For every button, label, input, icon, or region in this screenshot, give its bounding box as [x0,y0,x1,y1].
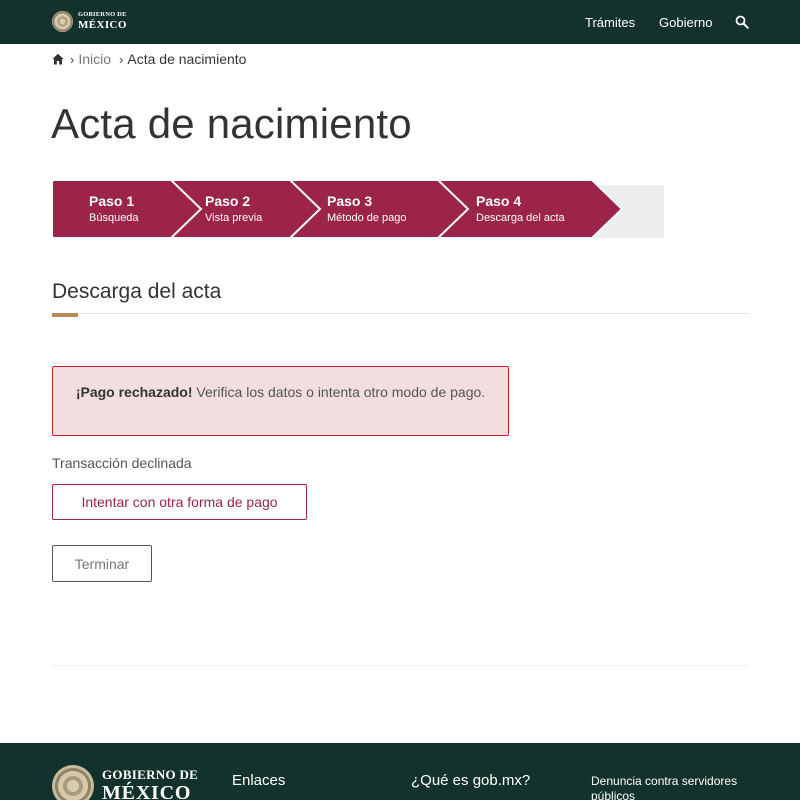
top-navbar: GOBIERNO DE MÉXICO Trámites Gobierno [0,0,800,44]
retry-payment-button[interactable]: Intentar con otra forma de pago [52,484,307,520]
page-title: Acta de nacimiento [51,100,412,147]
alert-heading: ¡Pago rechazado! [75,384,193,400]
gobierno-logo[interactable]: GOBIERNO DE MÉXICO [52,11,127,32]
section-accent-bar [52,313,78,317]
step-2-title: Paso 2 [205,193,251,209]
seal-icon [52,11,73,32]
seal-icon [52,765,94,800]
footer-heading-que-es: ¿Qué es gob.mx? [411,772,531,789]
breadcrumb-current: Acta de nacimiento [127,51,247,67]
logo-line-2: MÉXICO [78,18,127,31]
section-title: Descarga del acta [52,280,222,303]
transaction-status: Transacción declinada [52,455,192,471]
finish-button[interactable]: Terminar [52,545,152,582]
progress-stepper: Paso 1 Búsqueda Paso 2 Vista previa Paso… [52,180,664,238]
step-3-subtitle: Método de pago [327,212,407,224]
footer-logo[interactable]: GOBIERNO DE MÉXICO [52,765,198,800]
step-1-subtitle: Búsqueda [89,212,139,224]
nav-link-gobierno[interactable]: Gobierno [659,15,712,30]
step-3-title: Paso 3 [327,193,373,209]
footer-logo-line-1: GOBIERNO DE [102,767,199,782]
breadcrumb: › Inicio › Acta de nacimiento [52,51,246,67]
footer-logo-line-2: MÉXICO [102,782,192,800]
footer-heading-enlaces: Enlaces [232,772,286,789]
step-2-subtitle: Vista previa [205,212,263,224]
search-icon[interactable] [735,15,749,29]
step-4: Paso 4 Descarga del acta [476,193,565,224]
chevron-right-icon: › [70,51,75,67]
home-icon[interactable] [52,53,64,65]
step-4-title: Paso 4 [476,193,522,209]
step-1: Paso 1 Búsqueda [89,193,139,224]
payment-rejected-alert: ¡Pago rechazado! Verifica los datos o in… [52,366,509,436]
section-divider [52,313,748,314]
step-3: Paso 3 Método de pago [327,193,407,224]
footer-link-denuncia[interactable]: Denuncia contra servidores públicos [591,774,751,800]
content-divider [52,665,748,666]
step-4-subtitle: Descarga del acta [476,212,565,224]
chevron-right-icon: › [119,51,124,67]
footer: GOBIERNO DE MÉXICO Enlaces ¿Qué es gob.m… [0,743,800,800]
logo-line-1: GOBIERNO DE [78,11,127,19]
nav-link-tramites[interactable]: Trámites [585,15,635,30]
alert-message: Verifica los datos o intenta otro modo d… [192,384,486,400]
step-2: Paso 2 Vista previa [205,193,262,224]
breadcrumb-inicio[interactable]: Inicio [78,51,111,67]
step-1-title: Paso 1 [89,193,135,209]
